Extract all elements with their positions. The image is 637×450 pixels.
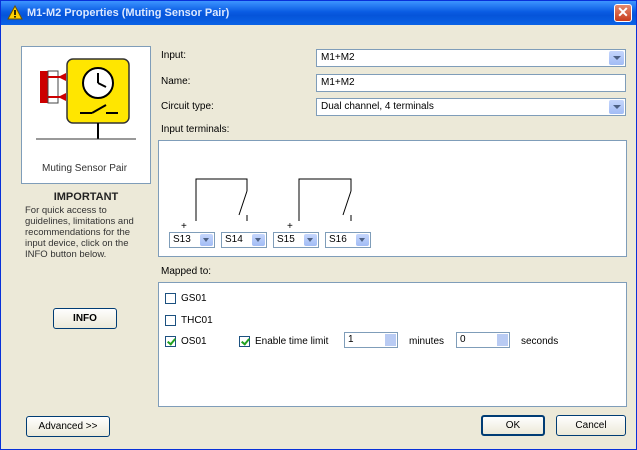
input-terminals-label: Input terminals: bbox=[161, 124, 230, 135]
warning-icon bbox=[7, 5, 23, 20]
minutes-spinner[interactable]: 1 bbox=[344, 332, 398, 348]
dropdown-arrow-icon[interactable] bbox=[304, 234, 317, 246]
spinner-down-icon[interactable] bbox=[385, 340, 396, 346]
dropdown-arrow-icon[interactable] bbox=[609, 51, 624, 65]
input-select[interactable]: M1+M2 bbox=[316, 49, 626, 67]
terminal-s16-select[interactable]: S16 bbox=[325, 232, 371, 248]
checkbox-icon[interactable] bbox=[239, 336, 250, 347]
important-heading: IMPORTANT bbox=[53, 191, 119, 203]
terminal-s15-mark: + bbox=[287, 221, 293, 232]
terminal-s14-select[interactable]: S14 bbox=[221, 232, 267, 248]
minutes-label: minutes bbox=[409, 336, 445, 347]
cancel-button[interactable]: Cancel bbox=[556, 415, 626, 436]
terminal-s13-select[interactable]: S13 bbox=[169, 232, 215, 248]
title-bar[interactable]: M1-M2 Properties (Muting Sensor Pair) ✕ bbox=[1, 1, 636, 25]
ok-button[interactable]: OK bbox=[481, 415, 545, 436]
device-caption: Muting Sensor Pair bbox=[42, 163, 128, 174]
input-select-value: M1+M2 bbox=[321, 52, 355, 63]
terminal-s15-value: S15 bbox=[277, 234, 295, 245]
wiring-diagram bbox=[195, 178, 352, 221]
seconds-spinner[interactable]: 0 bbox=[456, 332, 510, 348]
terminal-s14-value: S14 bbox=[225, 234, 243, 245]
terminal-s13-value: S13 bbox=[173, 234, 191, 245]
close-button[interactable]: ✕ bbox=[614, 4, 632, 22]
close-icon: ✕ bbox=[617, 4, 629, 20]
checkbox-icon[interactable] bbox=[165, 293, 176, 304]
important-text: For quick access to guidelines, limitati… bbox=[25, 205, 134, 260]
name-field-value: M1+M2 bbox=[321, 77, 355, 88]
checkbox-icon[interactable] bbox=[165, 315, 176, 326]
seconds-label: seconds bbox=[521, 336, 559, 347]
spinner-down-icon[interactable] bbox=[497, 340, 508, 346]
dropdown-arrow-icon[interactable] bbox=[252, 234, 265, 246]
circuit-type-value: Dual channel, 4 terminals bbox=[321, 101, 434, 112]
name-field[interactable]: M1+M2 bbox=[316, 74, 626, 92]
properties-dialog: M1-M2 Properties (Muting Sensor Pair) ✕ … bbox=[0, 0, 637, 450]
mapped-to-panel: GS01 THC01 OS01 Enable time limit 1 minu… bbox=[158, 282, 627, 407]
dropdown-arrow-icon[interactable] bbox=[356, 234, 369, 246]
circuit-type-select[interactable]: Dual channel, 4 terminals bbox=[316, 98, 626, 116]
dropdown-arrow-icon[interactable] bbox=[609, 100, 624, 114]
input-label: Input: bbox=[161, 50, 187, 61]
mapped-item-gs01-label: GS01 bbox=[181, 293, 207, 304]
minutes-value: 1 bbox=[348, 334, 354, 345]
important-panel: IMPORTANT For quick access to guidelines… bbox=[21, 191, 151, 338]
mapped-item-thc01-label: THC01 bbox=[181, 315, 213, 326]
terminal-s13-mark: + bbox=[181, 221, 187, 232]
mapped-to-label: Mapped to: bbox=[161, 266, 212, 277]
checkbox-icon[interactable] bbox=[165, 336, 176, 347]
mapped-item-os01-label: OS01 bbox=[181, 336, 207, 347]
enable-time-limit-label: Enable time limit bbox=[255, 336, 329, 347]
dropdown-arrow-icon[interactable] bbox=[200, 234, 213, 246]
advanced-button[interactable]: Advanced >> bbox=[26, 416, 110, 437]
window-title: M1-M2 Properties (Muting Sensor Pair) bbox=[27, 7, 230, 19]
terminal-s16-value: S16 bbox=[329, 234, 347, 245]
device-panel: Muting Sensor Pair bbox=[21, 46, 151, 184]
circuit-type-label: Circuit type: bbox=[161, 101, 214, 112]
input-terminals-panel: + + S13 S14 S15 S16 bbox=[158, 140, 627, 257]
name-label: Name: bbox=[161, 76, 191, 87]
seconds-value: 0 bbox=[460, 334, 466, 345]
terminal-s15-select[interactable]: S15 bbox=[273, 232, 319, 248]
info-button[interactable]: INFO bbox=[53, 308, 117, 329]
muting-sensor-pair-icon bbox=[36, 58, 136, 140]
